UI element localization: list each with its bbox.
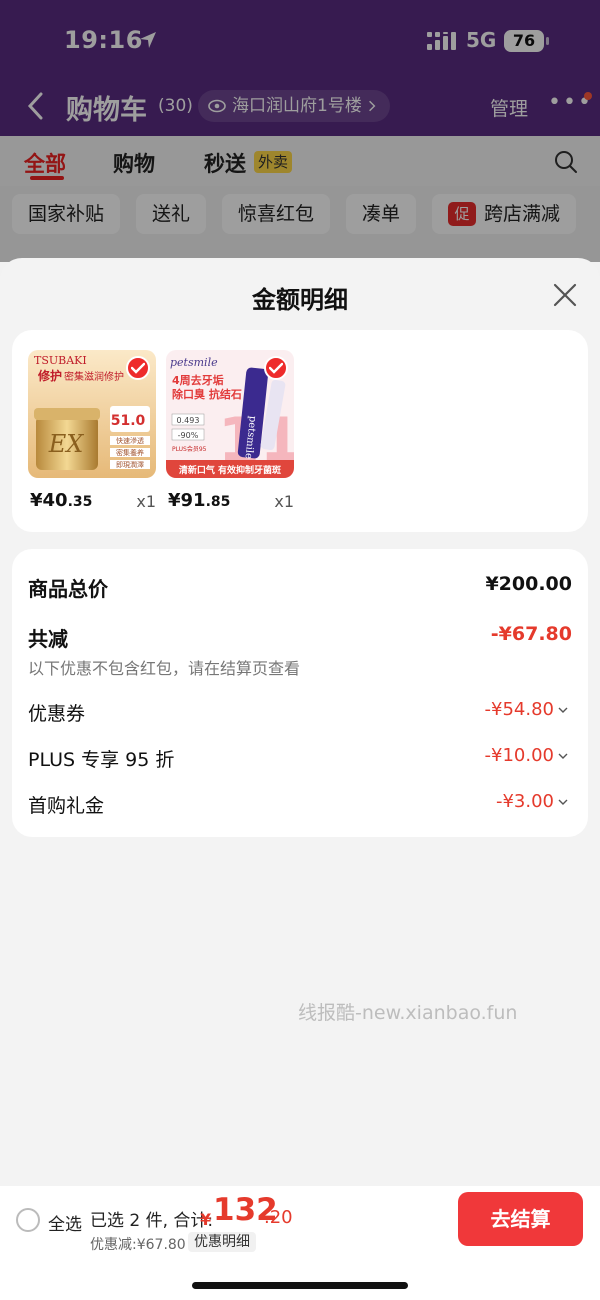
close-icon[interactable]	[552, 282, 578, 308]
total-currency: ¥	[200, 1210, 212, 1229]
product-quantity: x1	[274, 492, 294, 511]
tag-text-1: 快速滲透	[116, 436, 144, 445]
subline-text: 除口臭 抗结石	[172, 387, 242, 401]
select-all-label[interactable]: 全选	[48, 1210, 82, 1235]
check-icon	[131, 362, 145, 374]
headline-text: 4周去牙垢	[172, 373, 224, 387]
home-indicator	[192, 1282, 408, 1289]
chevron-down-icon	[558, 799, 568, 805]
product-item[interactable]: petsmile 4周去牙垢 除口臭 抗结石 0.493 -90% PLUS会员…	[166, 350, 294, 511]
checkout-button[interactable]: 去结算	[458, 1192, 583, 1246]
footer-text: 清新口气 有效抑制牙菌斑	[179, 464, 281, 476]
selected-summary: 已选 2 件, 合计:	[90, 1211, 214, 1231]
saved-amount: 优惠减:¥67.80	[90, 1237, 186, 1253]
checkout-bar: 全选 已选 2 件, 合计: ¥ 132 .20 优惠减:¥67.80 优惠明细…	[0, 1186, 600, 1300]
product-thumbnail-tsubaki: EX 51.0 快速滲透 密集養养 即現潤澤 TSUBAKI 修护 密集滋润修护	[28, 350, 156, 478]
jar-logo-text: EX	[48, 430, 85, 458]
sheet-title: 金额明细	[252, 286, 348, 314]
plus-discount-value[interactable]: -¥10.00	[485, 745, 568, 766]
product-quantity: x1	[136, 492, 156, 511]
amount-detail-sheet: 金额明细 EX 51.0 快速滲透 密集養养 即現潤澤 TSUBAKI 修护 密…	[0, 258, 600, 1300]
subline-text: 密集滋润修护	[64, 370, 124, 383]
coupon-value[interactable]: -¥54.80	[485, 699, 568, 720]
chevron-down-icon	[558, 707, 568, 713]
price-breakdown-card: 商品总价 ¥200.00 共减 -¥67.80 以下优惠不包含红包，请在结算页查…	[12, 549, 588, 837]
total-price-value: ¥200.00	[485, 573, 572, 595]
badge-price-text: 51.0	[111, 413, 146, 429]
discount-total-value: -¥67.80	[490, 623, 572, 645]
product-thumbnail-petsmile: petsmile 4周去牙垢 除口臭 抗结石 0.493 -90% PLUS会员…	[166, 350, 294, 478]
discount-detail-button[interactable]: 优惠明细	[188, 1232, 256, 1252]
product-list-card: EX 51.0 快速滲透 密集養养 即現潤澤 TSUBAKI 修护 密集滋润修护	[12, 330, 588, 532]
product-item[interactable]: EX 51.0 快速滲透 密集養养 即現潤澤 TSUBAKI 修护 密集滋润修护	[28, 350, 156, 511]
discount-note: 以下优惠不包含红包，请在结算页查看	[28, 659, 301, 678]
headline-text: 修护	[37, 368, 62, 383]
discount-total-label: 共减	[28, 627, 68, 651]
total-decimal: .20	[264, 1207, 293, 1228]
plus-discount-label: PLUS 专享 95 折	[28, 749, 175, 771]
modal-backdrop[interactable]	[0, 0, 600, 262]
select-all-radio-icon[interactable]	[16, 1208, 40, 1232]
brand-text: TSUBAKI	[34, 354, 87, 367]
stat-text-2: -90%	[178, 431, 199, 440]
total-price-label: 商品总价	[28, 577, 108, 601]
chevron-down-icon	[558, 753, 568, 759]
stat-text-1: 0.493	[177, 416, 200, 425]
plus-text: PLUS会员95	[172, 445, 207, 453]
selected-check[interactable]	[126, 356, 150, 380]
first-purchase-label: 首购礼金	[28, 795, 105, 817]
selected-check[interactable]	[264, 356, 288, 380]
product-price: ¥40.35	[30, 490, 93, 511]
tag-text-3: 即現潤澤	[116, 460, 144, 469]
tag-text-2: 密集養养	[116, 448, 144, 457]
first-purchase-value[interactable]: -¥3.00	[496, 791, 568, 812]
brand-text: petsmile	[170, 356, 218, 369]
product-price: ¥91.85	[168, 490, 231, 511]
check-icon	[269, 362, 283, 374]
coupon-label: 优惠券	[28, 703, 86, 725]
watermark-text: 线报酷-new.xianbao.fun	[298, 1002, 518, 1024]
